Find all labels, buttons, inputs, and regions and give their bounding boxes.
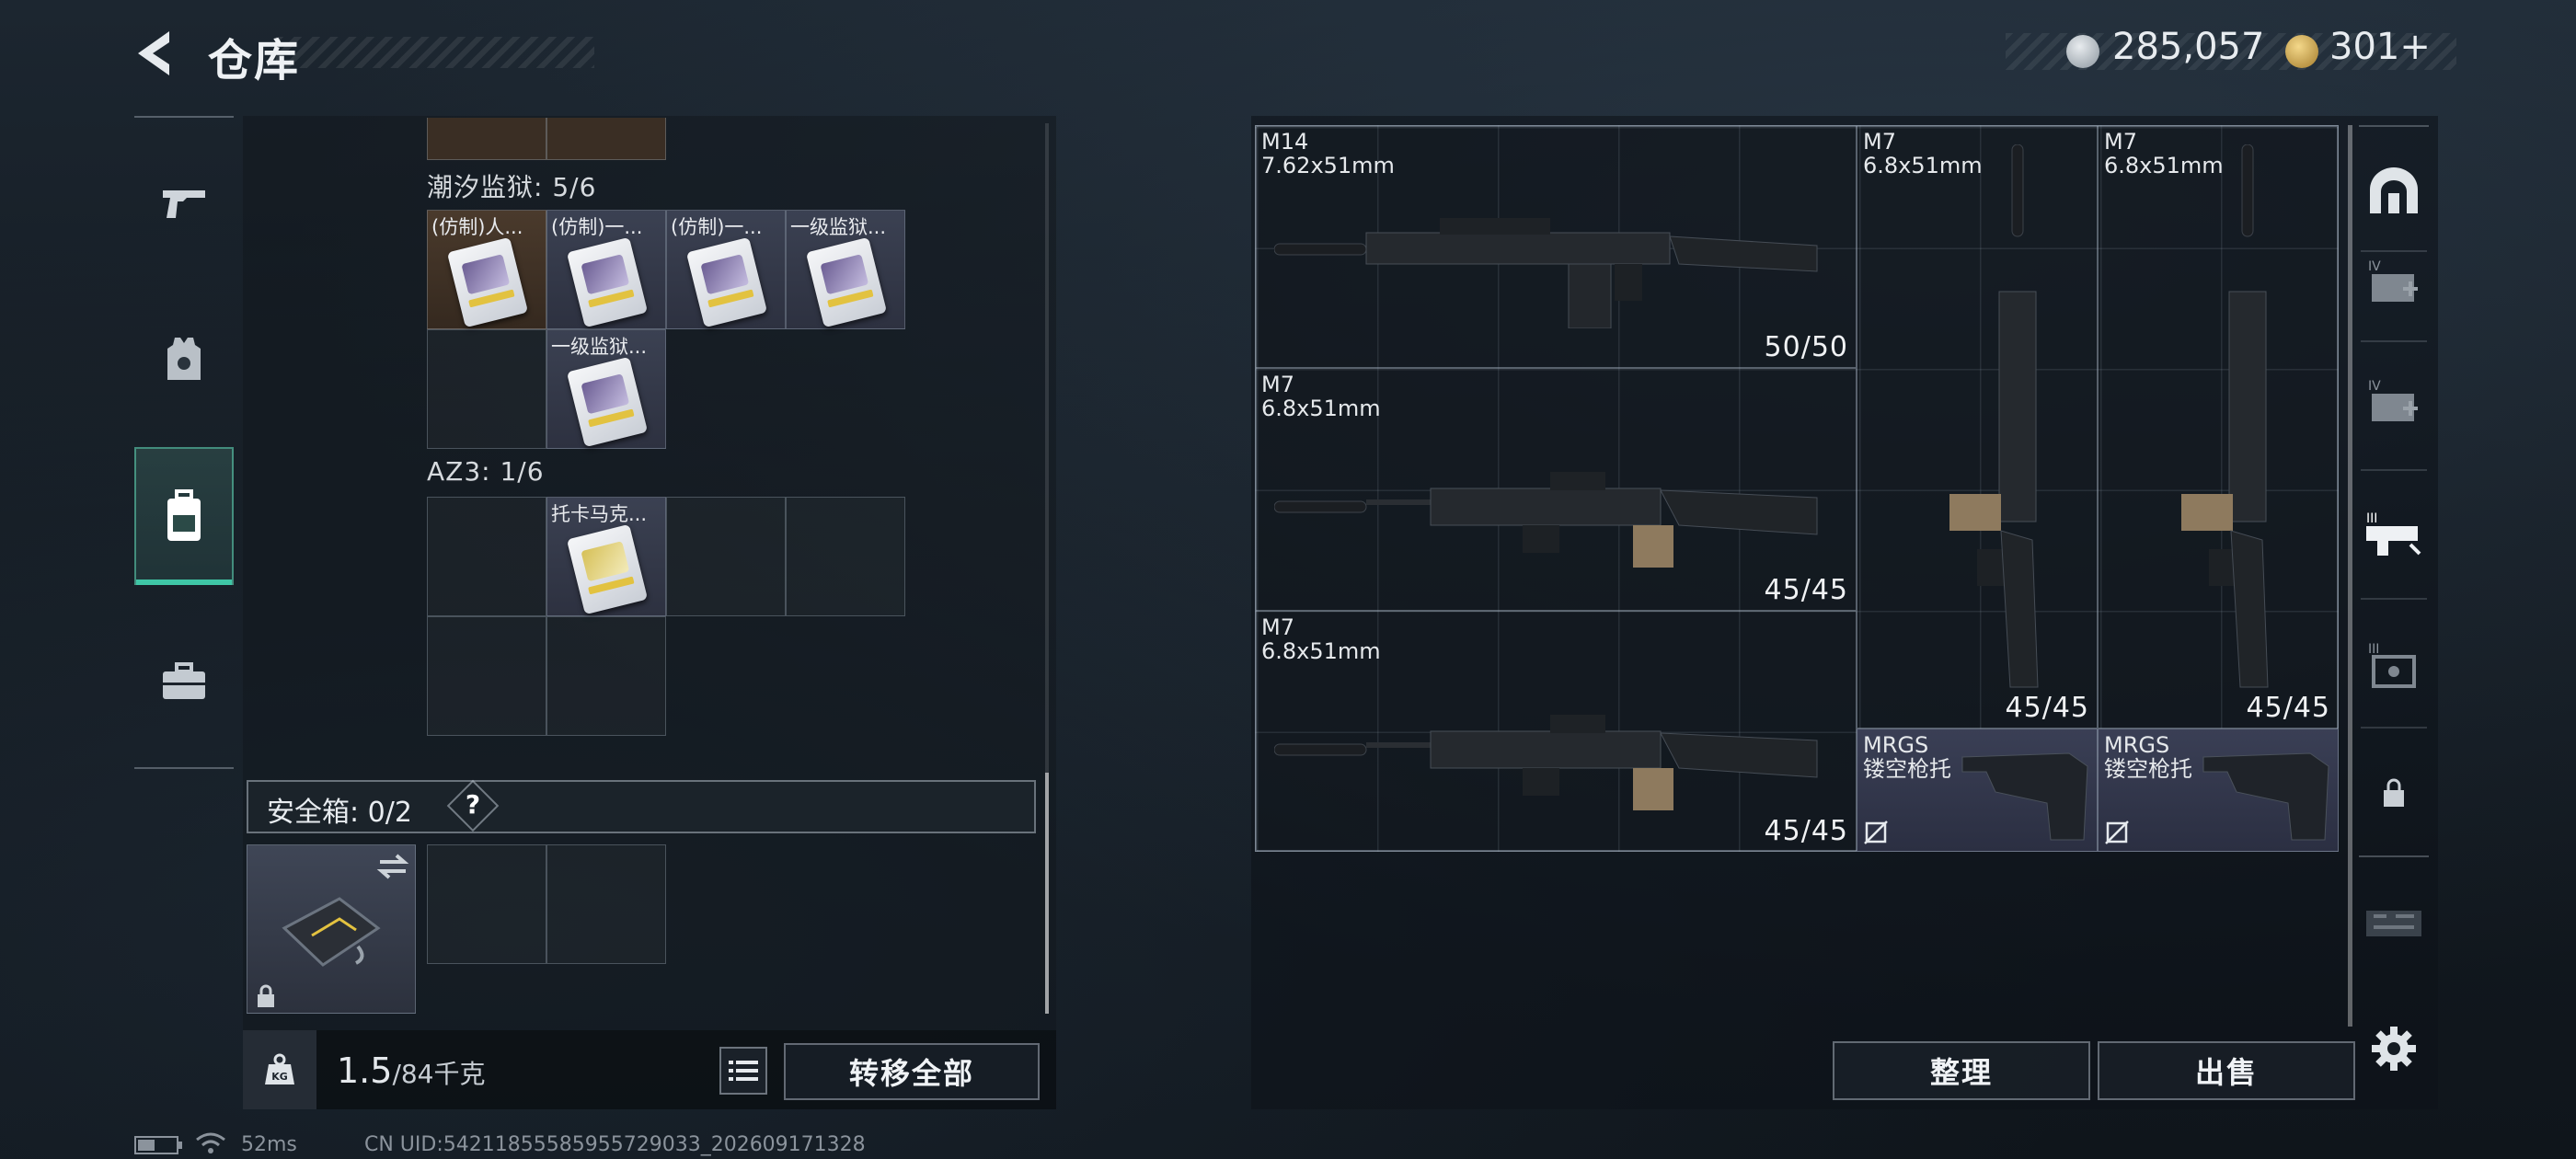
nav-backpack[interactable] (134, 447, 234, 585)
stock-icon (2202, 752, 2329, 841)
weapon-name: M7 6.8x51mm (1261, 614, 1381, 664)
silver-currency-value: 285,057 (2112, 26, 2265, 68)
empty-slot[interactable] (546, 616, 666, 736)
ammo-count: 45/45 (2005, 692, 2089, 724)
keycard-icon (446, 236, 529, 328)
attachment-name: MRGS 镂空枪托 (2104, 732, 2192, 782)
title-decoration (276, 37, 594, 68)
svg-text:KG: KG (271, 1071, 288, 1083)
weight-current: 1.5 (337, 1050, 393, 1091)
no-ammo-icon (2105, 820, 2129, 844)
section-label-az3: AZ3: 1/6 (427, 456, 545, 487)
nav-weapon[interactable] (134, 134, 234, 272)
keycard-icon (566, 356, 649, 448)
medkit-tier4-icon[interactable]: IV (2364, 252, 2423, 311)
settings-gear-icon[interactable] (2364, 1019, 2423, 1078)
nav-case[interactable] (134, 613, 234, 751)
silver-coin-icon (2066, 35, 2099, 68)
section-label-tide-prison: 潮汐监狱: 5/6 (427, 172, 597, 202)
partial-item-cell[interactable] (546, 118, 666, 160)
ammo-count: 45/45 (1764, 574, 1848, 606)
storage-expand-icon[interactable] (2364, 892, 2423, 951)
svg-text:III: III (2366, 511, 2377, 526)
inventory-item[interactable]: 一级监狱... (546, 329, 666, 449)
ammo-count: 50/50 (1764, 331, 1848, 363)
battery-icon (134, 1136, 182, 1154)
stock-icon (1961, 752, 2088, 841)
ammo-count: 45/45 (1764, 815, 1848, 847)
list-view-button[interactable] (719, 1047, 767, 1095)
keycard-icon (685, 236, 768, 328)
safe-box-container[interactable] (247, 844, 416, 1014)
warehouse-home-icon[interactable] (2364, 162, 2423, 221)
empty-slot[interactable] (786, 497, 905, 616)
armor-vest-icon (167, 338, 201, 380)
weapon-tier3-icon[interactable]: III (2364, 504, 2423, 563)
warehouse-scrollbar[interactable] (2348, 125, 2352, 1027)
lock-icon (258, 984, 274, 1007)
list-icon (729, 1061, 758, 1081)
lock-icon[interactable] (2364, 763, 2423, 822)
inventory-item[interactable]: 托卡马克... (546, 497, 666, 616)
user-uid: CN UID:54211855585955729033_202609171328 (364, 1133, 866, 1156)
rifle-icon (1274, 218, 1818, 328)
armor-tier3-icon[interactable]: III (2364, 635, 2423, 694)
gold-currency-value[interactable]: 301+ (2329, 26, 2431, 68)
gold-coin-icon (2285, 35, 2318, 68)
sell-button[interactable]: 出售 (2098, 1041, 2355, 1100)
empty-slot[interactable] (427, 497, 546, 616)
rifle-vertical-icon (1949, 144, 2039, 688)
weight-max: /84千克 (392, 1059, 486, 1089)
nav-armor[interactable] (134, 291, 234, 429)
empty-slot[interactable] (427, 844, 546, 964)
swap-icon[interactable] (376, 853, 409, 880)
empty-slot[interactable] (666, 497, 786, 616)
empty-slot[interactable] (427, 616, 546, 736)
attachment-item-stock[interactable]: MRGS 镂空枪托 (1857, 729, 2098, 852)
backpack-icon (167, 489, 201, 541)
rifle-vertical-icon (2181, 144, 2269, 688)
weapon-item-m7[interactable]: M7 6.8x51mm 45/45 (1255, 368, 1857, 611)
ammo-count: 45/45 (2246, 692, 2330, 724)
weapon-item-m7[interactable]: M7 6.8x51mm 45/45 (1857, 125, 2098, 729)
keycard-icon (566, 523, 649, 615)
medkit-tier4-alt-icon[interactable]: IV (2364, 372, 2423, 430)
no-ammo-icon (1864, 820, 1888, 844)
attachment-item-stock[interactable]: MRGS 镂空枪托 (2098, 729, 2339, 852)
weapon-item-m7[interactable]: M7 6.8x51mm 45/45 (2098, 125, 2339, 729)
briefcase-icon (163, 662, 205, 699)
keycard-icon (566, 236, 649, 328)
svg-text:IV: IV (2368, 259, 2381, 274)
safe-case-icon (282, 897, 381, 967)
rifle-icon (1274, 472, 1818, 568)
weight-value: 1.5/84千克 (337, 1050, 486, 1091)
inventory-item[interactable]: (仿制)人... (427, 210, 546, 329)
keycard-icon (805, 236, 888, 328)
safe-box-label: 安全箱: 0/2 (267, 797, 412, 829)
help-icon-glyph: ? (465, 789, 481, 820)
inventory-item[interactable]: (仿制)一... (666, 210, 786, 329)
back-arrow-icon[interactable] (129, 26, 184, 81)
pistol-icon (163, 190, 205, 218)
ping-value: 52ms (241, 1133, 297, 1156)
attachment-name: MRGS 镂空枪托 (1863, 732, 1951, 782)
weapon-name: M7 6.8x51mm (1261, 372, 1381, 421)
wifi-icon (196, 1132, 225, 1153)
sort-button[interactable]: 整理 (1833, 1041, 2090, 1100)
svg-text:III: III (2368, 642, 2379, 657)
empty-slot[interactable] (427, 329, 546, 449)
rifle-icon (1274, 715, 1818, 810)
weight-icon: KG (243, 1030, 316, 1109)
inventory-item[interactable]: 一级监狱... (786, 210, 905, 329)
page-title: 仓库 (208, 35, 301, 86)
svg-text:IV: IV (2368, 379, 2381, 394)
inventory-item[interactable]: (仿制)一... (546, 210, 666, 329)
transfer-all-button[interactable]: 转移全部 (784, 1043, 1040, 1100)
scrollbar-thumb[interactable] (1045, 773, 1049, 1014)
weapon-item-m14[interactable]: M14 7.62x51mm 50/50 (1255, 125, 1857, 368)
warehouse-tabs (2359, 125, 2429, 857)
empty-slot[interactable] (546, 844, 666, 964)
weapon-item-m7[interactable]: M7 6.8x51mm 45/45 (1255, 611, 1857, 852)
partial-item-cell[interactable] (427, 118, 546, 160)
